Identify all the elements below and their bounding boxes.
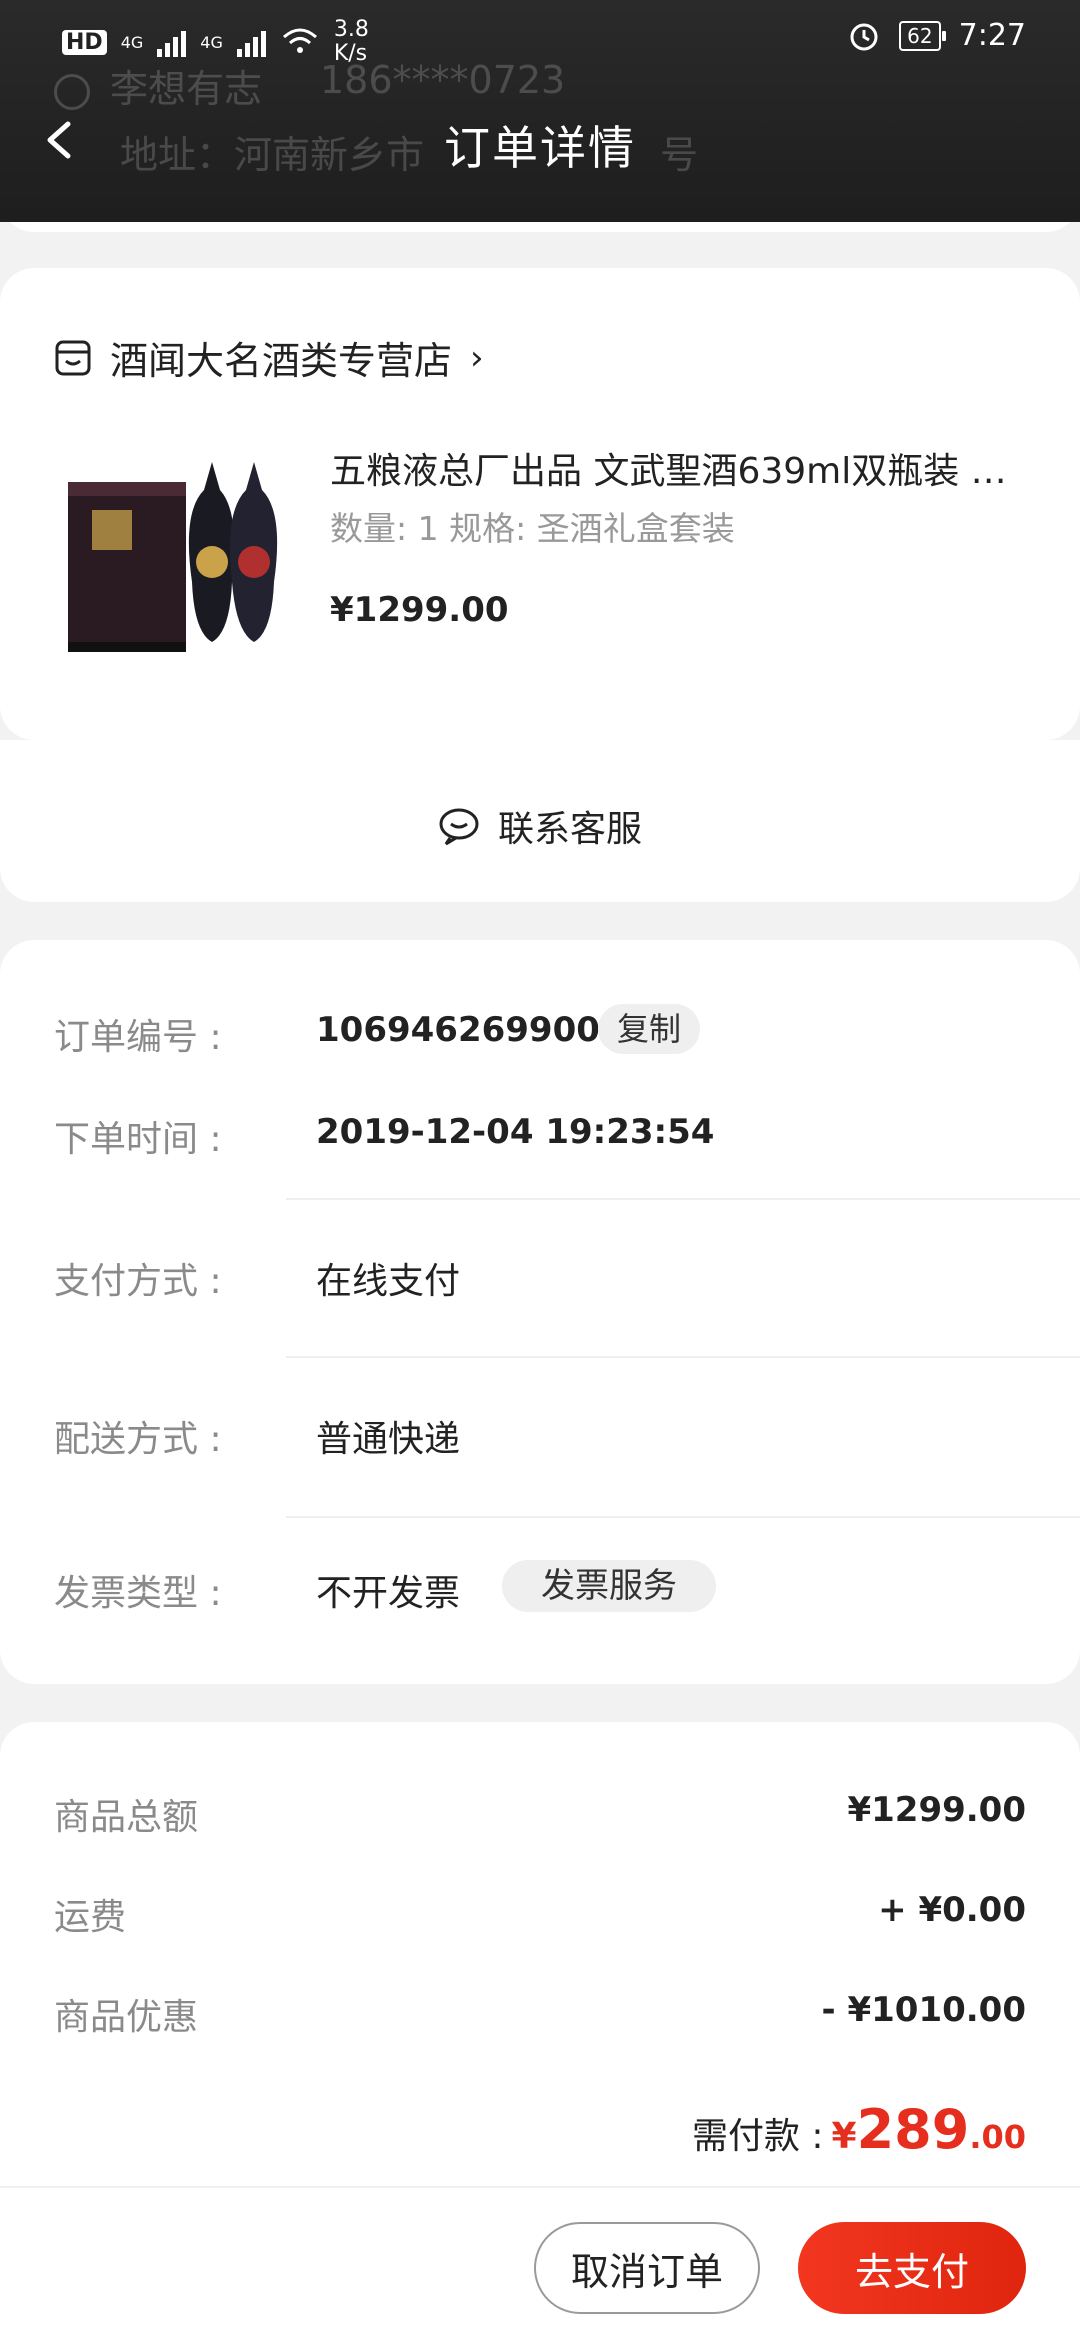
- cancel-order-button[interactable]: 取消订单: [534, 2222, 760, 2314]
- location-icon: [54, 73, 90, 110]
- signal-icon-2: [236, 27, 266, 57]
- shipping-label: 运费: [54, 1897, 127, 1938]
- chat-face-icon: [439, 808, 479, 846]
- invoice-label: 发票类型 :: [54, 1573, 222, 1614]
- product-spec: 数量: 1 规格: 圣酒礼盒套装: [330, 509, 735, 548]
- net1-label: 4G: [120, 32, 144, 52]
- payment-method: 在线支付: [316, 1261, 461, 1302]
- divider: [286, 1356, 1080, 1358]
- header-bar: 李想有志 186****0723 地址：河南新乡市 号 HD 4G 4G 3.8…: [0, 0, 1080, 222]
- delivery-label: 配送方式 :: [54, 1419, 222, 1460]
- pay-button[interactable]: 去支付: [798, 2222, 1026, 2314]
- battery-icon: 62: [899, 20, 947, 51]
- order-time: 2019-12-04 19:23:54: [316, 1112, 715, 1152]
- amount-due-label: 需付款 :: [691, 2116, 824, 2157]
- product-image[interactable]: [62, 442, 296, 662]
- discount: - ¥1010.00: [821, 1990, 1026, 2030]
- store-name: 酒闻大名酒类专营店: [110, 339, 453, 383]
- payment-label: 支付方式 :: [54, 1261, 222, 1302]
- contact-service-button[interactable]: 联系客服: [0, 800, 1080, 852]
- store-icon: [55, 340, 91, 375]
- invoice-service-button[interactable]: 发票服务: [502, 1560, 716, 1612]
- status-bar: HD 4G 4G 3.8 K/s 62 7:27: [0, 0, 1080, 70]
- amount-due: 需付款 : ¥ 289 .00: [692, 2098, 1026, 2161]
- goods-total: ¥1299.00: [847, 1790, 1026, 1830]
- net2-label: 4G: [200, 32, 223, 52]
- alarm-icon: [850, 23, 878, 50]
- page-title: 订单详情: [444, 121, 636, 175]
- amount-due-integer: 289: [856, 2098, 970, 2161]
- delivery-method: 普通快递: [316, 1419, 461, 1460]
- order-time-label: 下单时间 :: [54, 1119, 222, 1160]
- goods-total-label: 商品总额: [54, 1797, 199, 1838]
- signal-icon: [157, 27, 187, 57]
- hd-badge: HD: [62, 29, 107, 55]
- amount-due-currency: ¥: [831, 2116, 857, 2157]
- clock: 7:27: [958, 18, 1026, 53]
- discount-label: 商品优惠: [54, 1997, 199, 2038]
- shipping-fee: + ¥0.00: [878, 1890, 1026, 1930]
- divider: [286, 1198, 1080, 1200]
- order-no: 106946269900: [316, 1010, 600, 1050]
- wifi-icon: [282, 28, 317, 53]
- product-price: ¥1299.00: [330, 590, 509, 630]
- net-speed: 3.8 K/s: [333, 17, 369, 66]
- chevron-right-icon: ›: [470, 337, 484, 378]
- amount-due-decimal: .00: [969, 2118, 1026, 2156]
- copy-button[interactable]: 复制: [598, 1004, 700, 1054]
- product-name[interactable]: 五粮液总厂出品 文武聖酒639ml双瓶装 礼盒: [330, 442, 1010, 494]
- order-no-label: 订单编号 :: [54, 1017, 222, 1058]
- store-link[interactable]: 酒闻大名酒类专营店 ›: [54, 330, 484, 385]
- contact-label: 联系客服: [497, 809, 642, 850]
- divider: [286, 1516, 1080, 1518]
- invoice-type: 不开发票: [316, 1573, 461, 1614]
